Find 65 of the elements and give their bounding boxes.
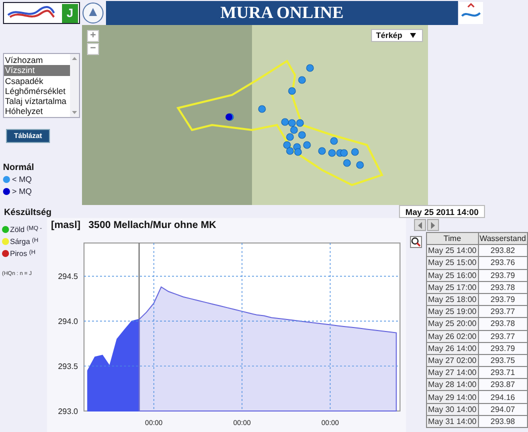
- logo-letter: J: [62, 4, 78, 22]
- list-item[interactable]: Vízhozam: [4, 55, 70, 66]
- table-cell: 293.78: [478, 318, 528, 330]
- table-cell: May 29 14:00: [426, 390, 478, 404]
- table-cell: May 27 02:00: [426, 354, 478, 367]
- table-cell: May 25 15:00: [426, 256, 478, 270]
- table-cell: 293.98: [478, 415, 528, 428]
- chart-title: 3500 Mellach/Mur ohne MK: [88, 220, 216, 230]
- zoom-icon[interactable]: [410, 236, 422, 248]
- previous-button[interactable]: [414, 219, 426, 231]
- left-arrow-icon: [416, 220, 424, 230]
- y-tick-label: 294.5: [58, 272, 78, 282]
- map-type-dropdown[interactable]: Térkép: [371, 29, 423, 42]
- list-item[interactable]: Talaj víztartalma: [4, 96, 70, 106]
- table-cell: 293.79: [478, 293, 528, 306]
- table-cell: 293.71: [478, 366, 528, 379]
- round-emblem-icon: [82, 2, 104, 24]
- date-button[interactable]: May 25 2011 14:00: [399, 205, 485, 218]
- table-cell: 293.76: [478, 256, 528, 270]
- zoom-in-button[interactable]: +: [87, 30, 99, 42]
- list-item[interactable]: Vízszint: [4, 65, 70, 76]
- table-cell: May 25 18:00: [426, 293, 478, 306]
- table-cell: May 28 14:00: [426, 378, 478, 391]
- list-item[interactable]: Csapadék: [4, 76, 70, 86]
- table-cell: 294.16: [478, 390, 528, 404]
- page-title: MURA ONLINE: [106, 1, 458, 25]
- legend-label: < MQ: [12, 174, 32, 184]
- legend-label: > MQ: [12, 186, 32, 196]
- table-cell: May 25 19:00: [426, 306, 478, 318]
- table-cell: 293.77: [478, 330, 528, 342]
- table-cell: May 25 16:00: [426, 269, 478, 282]
- table-cell: 293.78: [478, 281, 528, 294]
- table-cell: May 25 17:00: [426, 281, 478, 294]
- table-cell: 293.75: [478, 354, 528, 367]
- y-tick-label: 294.0: [58, 317, 78, 326]
- next-button[interactable]: [427, 219, 439, 231]
- table-cell: May 25 20:00: [426, 318, 478, 330]
- table-cell: May 30 14:00: [426, 403, 478, 416]
- table-cell: May 31 14:00: [426, 415, 478, 428]
- map-placeholder[interactable]: [82, 25, 428, 205]
- table-cell: 293.79: [478, 342, 528, 354]
- axis-unit: [masl]: [51, 220, 80, 230]
- legend-title: Normál: [3, 162, 36, 172]
- table-cell: 293.77: [478, 306, 528, 318]
- table-cell: May 26 14:00: [426, 342, 478, 354]
- table-cell: 293.87: [478, 378, 528, 391]
- caret-icon: [410, 33, 416, 38]
- column-header: Wasserstand: [478, 232, 528, 245]
- y-tick-label: 293.0: [58, 407, 78, 416]
- y-tick-label: 293.5: [58, 362, 78, 372]
- list-item[interactable]: Léghőmérséklet: [4, 86, 70, 96]
- zoom-out-button[interactable]: −: [87, 43, 99, 55]
- wave-logo-icon: [459, 2, 483, 24]
- parameter-listbox[interactable]: Vízhozam Vízszint Csapadék Léghőmérséklet Talaj víztartalma Hóhelyzet: [3, 53, 80, 118]
- table-cell: May 27 14:00: [426, 366, 478, 379]
- table-cell: 293.82: [478, 244, 528, 257]
- table-cell: May 25 14:00: [426, 244, 478, 257]
- scrollbar-icon[interactable]: [70, 54, 79, 117]
- legend-title: Készültség: [4, 207, 53, 217]
- table-cell: May 26 02:00: [426, 330, 478, 342]
- column-header: Time: [426, 232, 478, 245]
- table-cell: 294.07: [478, 403, 528, 416]
- right-arrow-icon: [429, 220, 437, 230]
- list-item[interactable]: Hóhelyzet: [4, 106, 70, 117]
- table-cell: 293.79: [478, 269, 528, 282]
